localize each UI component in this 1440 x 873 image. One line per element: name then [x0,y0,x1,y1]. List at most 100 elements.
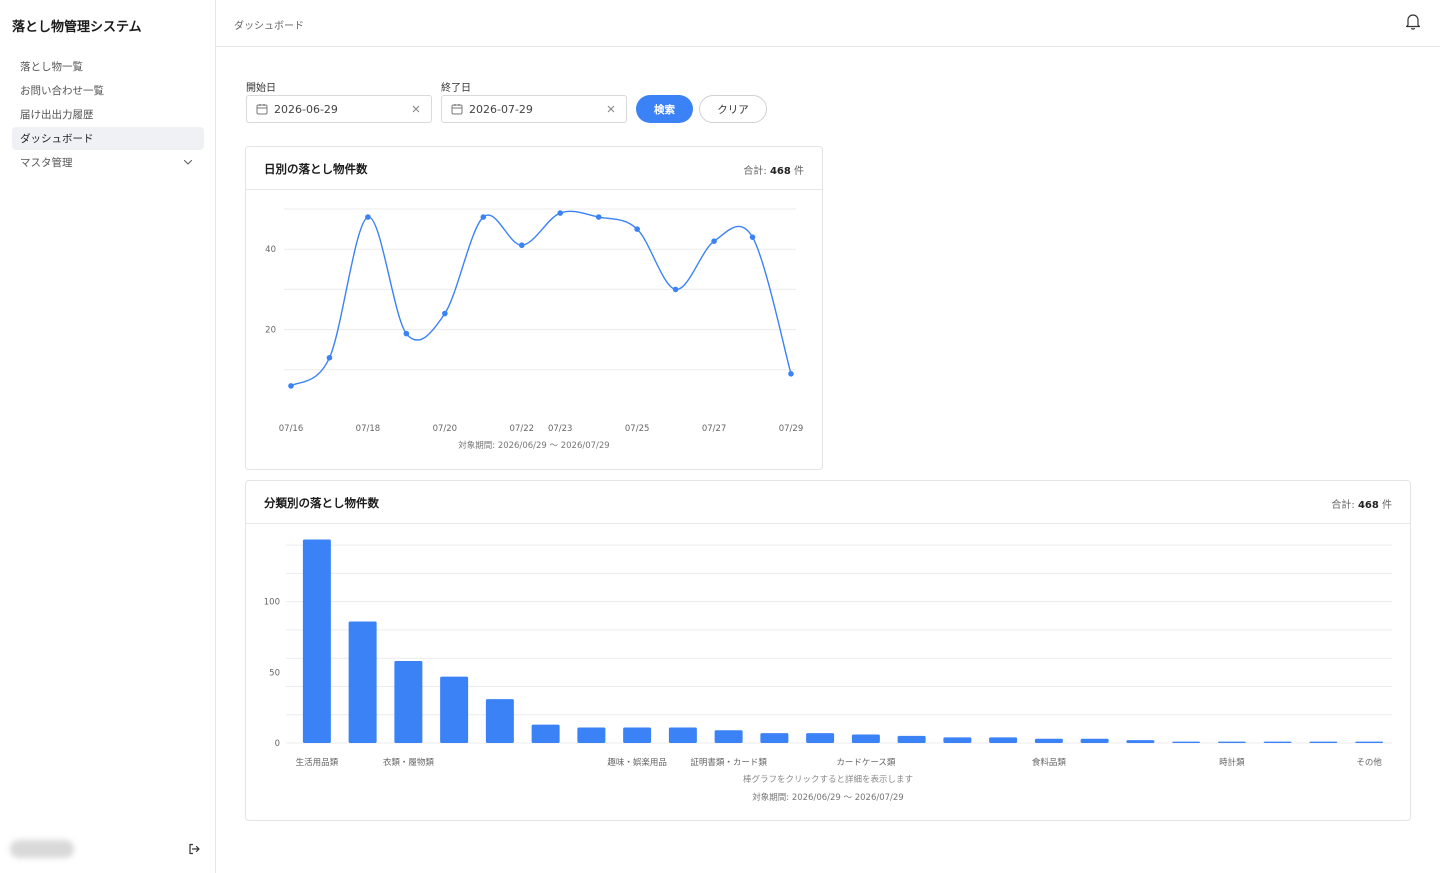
x-tick-label: 07/27 [702,424,727,434]
calendar-icon [256,104,268,115]
daily-period: 対象期間: 2026/06/29 〜 2026/07/29 [458,441,610,451]
x-tick-label: 趣味・娯楽用品 [607,757,667,768]
daily-total: 合計: 468 件 [743,162,804,177]
data-point [365,214,371,220]
bar[interactable] [1172,741,1201,743]
y-tick-label: 20 [265,326,276,336]
category-chart-card: 分類別の落とし物件数 合計: 468 件 0 50 100 生活用品類 衣類・履物類 趣味… [245,480,1411,821]
bar[interactable] [989,737,1018,743]
logout-icon[interactable] [187,842,201,856]
bar[interactable] [668,727,697,743]
x-tick-label: 07/20 [433,424,458,434]
sidebar-item-label: 届け出出力履歴 [20,109,94,121]
bar[interactable] [897,735,926,743]
bell-icon[interactable] [1405,12,1421,30]
data-point [788,371,794,377]
chevron-down-icon [183,159,193,165]
total-prefix: 合計: [1331,500,1355,511]
x-tick-label: 証明書類・カード類 [690,757,767,768]
x-tick-label: 07/22 [510,424,535,434]
bar[interactable] [1355,741,1384,743]
x-tick-label: 07/23 [548,424,573,434]
x-tick-label: カードケース類 [836,757,896,768]
x-tick-label: 07/25 [625,424,650,434]
user-name-blurred [10,840,74,858]
sidebar-item-lost-items[interactable]: 落とし物一覧 [12,55,204,78]
bar[interactable] [1034,738,1063,743]
chart-hint: 棒グラフをクリックすると詳細を表示します [742,775,913,785]
bar[interactable] [394,661,423,743]
start-date-label: 開始日 [246,83,276,94]
bar[interactable] [851,734,880,743]
sidebar-item-label: ダッシュボード [20,133,94,145]
data-point [518,242,525,249]
total-prefix: 合計: [743,166,767,177]
data-point [326,354,333,361]
bar[interactable] [531,724,560,743]
x-tick-label: 生活用品類 [296,757,339,768]
bar[interactable] [1080,738,1109,743]
sidebar-item-label: お問い合わせ一覧 [20,85,104,97]
bar[interactable] [1126,740,1155,743]
data-point [595,214,602,220]
sidebar-item-label: 落とし物一覧 [20,61,83,73]
category-bar-chart[interactable]: 0 50 100 生活用品類 衣類・履物類 趣味・娯楽用品 証明書類・カード類 カードケース類… [246,525,1412,775]
bar[interactable] [1217,741,1246,743]
end-date-field[interactable]: 2026-07-29 [441,95,627,123]
data-point [634,226,640,232]
bar[interactable] [714,730,743,743]
category-period: 対象期間: 2026/06/29 〜 2026/07/29 [752,793,904,803]
bar[interactable] [302,539,331,743]
sidebar: 落とし物管理システム 落とし物一覧 お問い合わせ一覧 届け出出力履歴 ダッシュボ… [0,0,216,873]
clear-button[interactable]: クリア [699,95,767,123]
top-bar: ダッシュボード [216,0,1440,47]
bar[interactable] [1309,741,1338,743]
bar[interactable] [623,727,652,743]
x-tick-label: 07/29 [779,424,804,434]
bar[interactable] [1263,741,1292,743]
clear-start-date-icon[interactable] [411,104,421,114]
sidebar-item-label: マスタ管理 [20,157,73,169]
card-header: 日別の落とし物件数 合計: 468 件 [246,147,822,190]
x-tick-label: 07/16 [279,424,304,434]
data-point [672,286,679,293]
start-date-value: 2026-06-29 [274,102,338,116]
bar[interactable] [806,733,835,743]
sidebar-item-master[interactable]: マスタ管理 [12,151,204,174]
data-point [403,330,410,337]
end-date-value: 2026-07-29 [469,102,533,116]
category-total: 合計: 468 件 [1331,496,1392,511]
total-unit: 件 [1382,500,1392,511]
bar[interactable] [440,676,469,743]
total-value: 468 [769,166,791,177]
daily-chart-title: 日別の落とし物件数 [264,162,368,176]
bar[interactable] [485,699,514,743]
sidebar-item-dashboard[interactable]: ダッシュボード [12,127,204,150]
x-tick-label: 食料品類 [1032,757,1067,768]
series-line [290,210,792,387]
data-point [288,383,294,389]
x-tick-label: 時計類 [1219,757,1245,768]
daily-chart-card: 日別の落とし物件数 合計: 468 件 20 40 07/16 07/18 07/20 0… [245,146,823,470]
total-unit: 件 [794,166,804,177]
clear-end-date-icon[interactable] [606,104,616,114]
daily-line-chart[interactable]: 20 40 07/16 07/18 07/20 07/22 07/23 07/25 07/27 0… [246,191,824,471]
data-point [711,238,717,244]
sidebar-item-report-history[interactable]: 届け出出力履歴 [12,103,204,126]
sidebar-item-inquiries[interactable]: お問い合わせ一覧 [12,79,204,102]
x-tick-label: 07/18 [356,424,381,434]
sidebar-nav: 落とし物一覧 お問い合わせ一覧 届け出出力履歴 ダッシュボード マスタ管理 [12,55,204,175]
start-date-field[interactable]: 2026-06-29 [246,95,432,123]
bar[interactable] [577,727,606,743]
end-date-label: 終了日 [441,83,471,94]
card-header: 分類別の落とし物件数 合計: 468 件 [246,481,1410,524]
bar[interactable] [348,621,377,743]
app-title: 落とし物管理システム [12,20,142,35]
y-tick-label: 40 [265,245,276,255]
data-point [749,234,756,240]
bar[interactable] [943,737,972,743]
search-button[interactable]: 検索 [636,95,693,123]
category-chart-title: 分類別の落とし物件数 [264,496,379,510]
bar[interactable] [760,733,789,743]
y-tick-label: 100 [264,598,280,608]
